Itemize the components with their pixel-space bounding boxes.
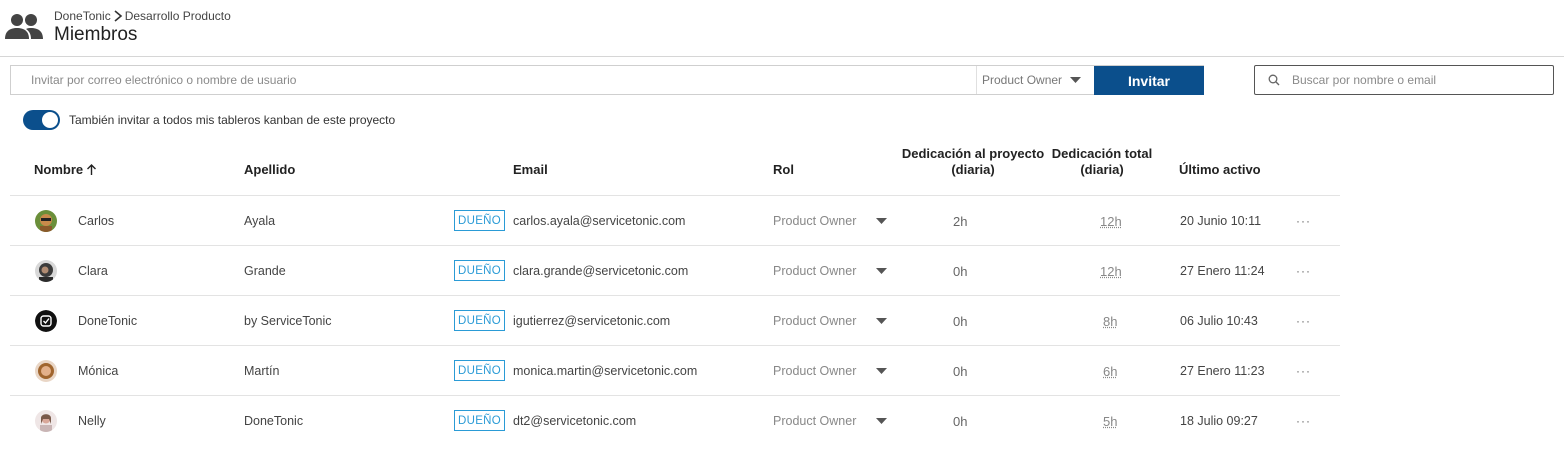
member-name: Clara (78, 264, 108, 278)
member-last-active: 18 Julio 09:27 (1180, 414, 1258, 428)
invite-kanban-label: También invitar a todos mis tableros kan… (69, 113, 396, 127)
more-options-icon[interactable]: ··· (1296, 264, 1311, 278)
page-header: DoneTonic Desarrollo Producto Miembros (0, 0, 1564, 57)
member-role[interactable]: Product Owner (773, 396, 856, 446)
more-options-icon[interactable]: ··· (1296, 414, 1311, 428)
member-dedication[interactable]: 2h (953, 196, 967, 246)
avatar (35, 310, 57, 332)
member-total-dedication[interactable]: 6h (1103, 346, 1117, 396)
breadcrumb: DoneTonic Desarrollo Producto (54, 9, 231, 23)
member-dedication[interactable]: 0h (953, 346, 967, 396)
member-name: Carlos (78, 214, 115, 228)
owner-badge: DUEÑO (454, 210, 506, 231)
member-name: Nelly (78, 414, 106, 428)
invite-role-select[interactable]: Product Owner (976, 66, 1094, 94)
caret-down-icon[interactable] (876, 368, 887, 374)
column-header-last-active[interactable]: Último activo (1179, 162, 1261, 178)
owner-badge: DUEÑO (454, 410, 506, 431)
member-last-active: 27 Enero 11:23 (1180, 364, 1265, 378)
avatar (35, 360, 57, 382)
member-email: clara.grande@servicetonic.com (513, 264, 689, 278)
invite-role-value: Product Owner (982, 73, 1063, 87)
member-last-active: 20 Junio 10:11 (1180, 214, 1262, 228)
avatar (35, 410, 57, 432)
column-header-dedication-line2: (diaria) (951, 162, 995, 177)
member-total-dedication[interactable]: 8h (1103, 296, 1117, 346)
avatar (35, 210, 57, 232)
column-header-total[interactable]: Dedicación total (diaria) (1044, 146, 1160, 178)
member-dedication[interactable]: 0h (953, 396, 967, 446)
column-header-total-line1: Dedicación total (1051, 146, 1153, 161)
breadcrumb-root[interactable]: DoneTonic (54, 9, 111, 23)
member-email: dt2@servicetonic.com (513, 414, 637, 428)
member-email: igutierrez@servicetonic.com (513, 314, 671, 328)
caret-down-icon (1070, 77, 1082, 83)
member-last-active: 06 Julio 10:43 (1180, 314, 1258, 328)
member-role[interactable]: Product Owner (773, 346, 856, 396)
invite-input[interactable] (11, 66, 976, 94)
column-header-surname[interactable]: Apellido (244, 162, 295, 178)
member-total-dedication[interactable]: 12h (1100, 196, 1122, 246)
breadcrumb-current[interactable]: Desarrollo Producto (125, 9, 231, 23)
users-icon (5, 14, 43, 39)
search-icon (1268, 74, 1280, 86)
more-options-icon[interactable]: ··· (1296, 214, 1311, 228)
owner-badge: DUEÑO (454, 310, 506, 331)
page-title: Miembros (54, 24, 138, 45)
column-header-dedication-line1: Dedicación al proyecto (901, 146, 1045, 161)
column-header-name[interactable]: Nombre (34, 162, 97, 178)
owner-badge: DUEÑO (454, 260, 506, 281)
column-header-name-label: Nombre (34, 162, 84, 177)
table-row[interactable]: Carlos Ayala DUEÑO carlos.ayala@servicet… (10, 196, 1340, 246)
owner-badge: DUEÑO (454, 360, 506, 381)
member-role[interactable]: Product Owner (773, 196, 856, 246)
member-surname: DoneTonic (244, 414, 304, 428)
search-input[interactable] (1292, 73, 1552, 87)
member-total-dedication[interactable]: 12h (1100, 246, 1122, 296)
sort-ascending-icon (87, 164, 97, 175)
member-surname: Martín (244, 364, 280, 378)
table-row[interactable]: DoneTonic by ServiceTonic DUEÑO igutierr… (10, 296, 1340, 346)
caret-down-icon[interactable] (876, 268, 887, 274)
member-total-dedication[interactable]: 5h (1103, 396, 1117, 446)
column-header-total-line2: (diaria) (1080, 162, 1124, 177)
column-header-role[interactable]: Rol (773, 162, 794, 178)
member-name: Mónica (78, 364, 119, 378)
avatar (35, 260, 57, 282)
more-options-icon[interactable]: ··· (1296, 314, 1311, 328)
member-last-active: 27 Enero 11:24 (1180, 264, 1265, 278)
table-row[interactable]: Mónica Martín DUEÑO monica.martin@servic… (10, 346, 1340, 396)
caret-down-icon[interactable] (876, 318, 887, 324)
caret-down-icon[interactable] (876, 418, 887, 424)
member-dedication[interactable]: 0h (953, 296, 967, 346)
member-role[interactable]: Product Owner (773, 246, 856, 296)
caret-down-icon[interactable] (876, 218, 887, 224)
member-dedication[interactable]: 0h (953, 246, 967, 296)
invite-kanban-option: También invitar a todos mis tableros kan… (23, 110, 395, 130)
invite-bar: Product Owner Invitar (10, 65, 1204, 95)
column-header-email[interactable]: Email (513, 162, 548, 178)
member-email: monica.martin@servicetonic.com (513, 364, 698, 378)
toggle-knob (41, 111, 59, 129)
column-header-dedication[interactable]: Dedicación al proyecto (diaria) (898, 146, 1048, 178)
member-search (1254, 65, 1554, 95)
chevron-right-icon (114, 10, 122, 22)
member-surname: Grande (244, 264, 286, 278)
invite-button[interactable]: Invitar (1094, 66, 1204, 95)
member-name: DoneTonic (78, 314, 138, 328)
invite-kanban-toggle[interactable] (23, 110, 60, 130)
member-email: carlos.ayala@servicetonic.com (513, 214, 686, 228)
more-options-icon[interactable]: ··· (1296, 364, 1311, 378)
member-surname: Ayala (244, 214, 276, 228)
member-role[interactable]: Product Owner (773, 296, 856, 346)
table-row[interactable]: Nelly DoneTonic DUEÑO dt2@servicetonic.c… (10, 396, 1340, 446)
table-row[interactable]: Clara Grande DUEÑO clara.grande@servicet… (10, 246, 1340, 296)
member-surname: by ServiceTonic (244, 314, 332, 328)
